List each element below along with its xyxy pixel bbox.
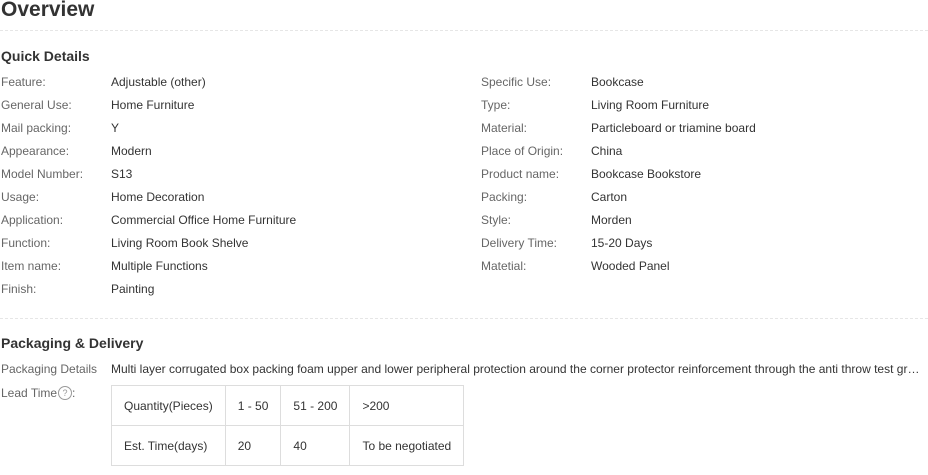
attribute-label: Material: xyxy=(481,121,528,135)
table-row: Est. Time(days) 20 40 To be negotiated xyxy=(111,425,465,466)
table-cell: Est. Time(days) xyxy=(111,425,226,466)
table-cell: 51 - 200 xyxy=(280,385,351,426)
help-icon[interactable]: ? xyxy=(58,386,73,400)
lead-time-label-text: Lead Time xyxy=(1,386,58,400)
attribute-label: General Use: xyxy=(1,98,72,112)
attribute-label: Model Number: xyxy=(1,167,84,181)
attribute-label: Type: xyxy=(481,98,511,112)
attribute-value: Living Room Book Shelve xyxy=(111,236,249,250)
table-cell: 1 - 50 xyxy=(224,385,282,426)
attribute-label: Style: xyxy=(481,213,512,227)
packaging-details-value: Multi layer corrugated box packing foam … xyxy=(111,362,926,376)
table-row: Quantity(Pieces) 1 - 50 51 - 200 >200 xyxy=(111,385,465,426)
attribute-value: Commercial Office Home Furniture xyxy=(111,213,297,227)
page-title: Overview xyxy=(1,0,95,21)
attribute-value: Home Decoration xyxy=(111,190,205,204)
attribute-value: China xyxy=(591,144,623,158)
attribute-value: Living Room Furniture xyxy=(591,98,710,112)
attribute-label: Mail packing: xyxy=(1,121,72,135)
attribute-label: Packing: xyxy=(481,190,528,204)
attribute-value: Multiple Functions xyxy=(111,259,208,273)
divider xyxy=(0,318,928,319)
attribute-label: Application: xyxy=(1,213,64,227)
attribute-label: Usage: xyxy=(1,190,40,204)
packaging-details-label: Packaging Details xyxy=(1,362,98,376)
attribute-value: Morden xyxy=(591,213,632,227)
lead-time-colon: : xyxy=(72,386,76,400)
attribute-label: Function: xyxy=(1,236,51,250)
lead-time-label: Lead Time ? : xyxy=(1,384,75,402)
attribute-value: Wooded Panel xyxy=(591,259,670,273)
attribute-value: 15-20 Days xyxy=(591,236,653,250)
table-cell: Quantity(Pieces) xyxy=(111,385,226,426)
attribute-label: Item name: xyxy=(1,259,62,273)
attribute-value: Painting xyxy=(111,282,155,296)
attribute-value: Home Furniture xyxy=(111,98,195,112)
attribute-label: Delivery Time: xyxy=(481,236,558,250)
attribute-value: Y xyxy=(111,121,120,135)
quick-details-title: Quick Details xyxy=(1,48,90,64)
table-cell: 20 xyxy=(224,425,282,466)
table-cell: 40 xyxy=(280,425,351,466)
divider xyxy=(0,30,928,31)
attribute-label: Appearance: xyxy=(1,144,70,158)
attribute-value: S13 xyxy=(111,167,133,181)
attribute-value: Particleboard or triamine board xyxy=(591,121,756,135)
table-cell: >200 xyxy=(349,385,465,426)
attribute-label: Place of Origin: xyxy=(481,144,564,158)
attribute-value: Modern xyxy=(111,144,152,158)
attribute-value: Adjustable (other) xyxy=(111,75,206,89)
lead-time-table: Quantity(Pieces) 1 - 50 51 - 200 >200 Es… xyxy=(111,385,465,466)
attribute-value: Bookcase Bookstore xyxy=(591,167,702,181)
attribute-label: Product name: xyxy=(481,167,560,181)
attribute-label: Feature: xyxy=(1,75,46,89)
packaging-delivery-title: Packaging & Delivery xyxy=(1,335,144,351)
attribute-label: Finish: xyxy=(1,282,37,296)
attribute-label: Specific Use: xyxy=(481,75,552,89)
attribute-label: Matetial: xyxy=(481,259,527,273)
attribute-value: Carton xyxy=(591,190,628,204)
attribute-value: Bookcase xyxy=(591,75,644,89)
table-cell: To be negotiated xyxy=(349,425,465,466)
